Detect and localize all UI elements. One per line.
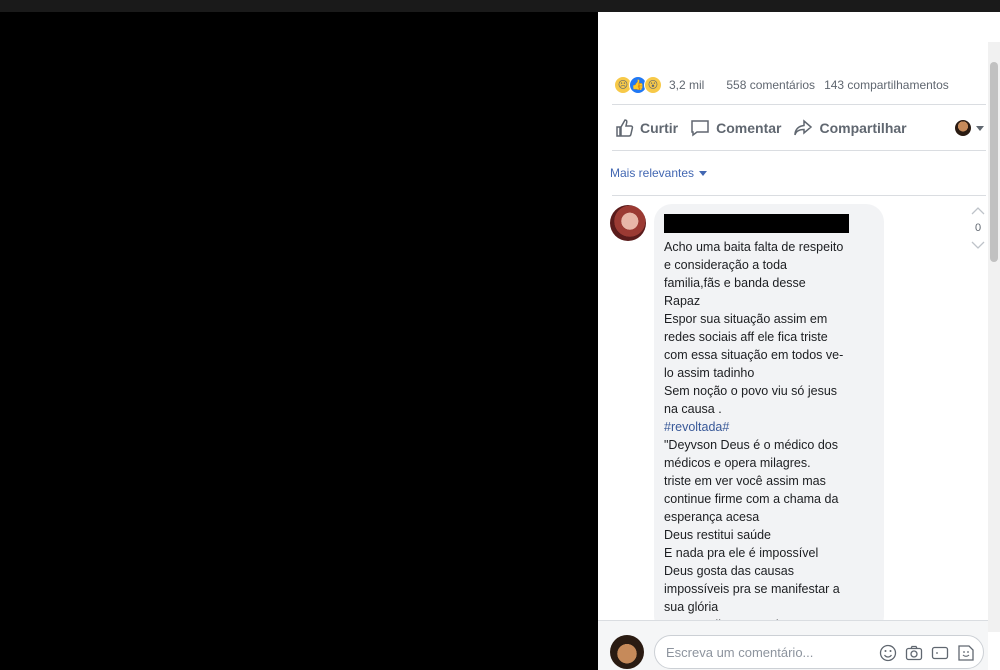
emoji-icon[interactable]: [879, 644, 897, 662]
reactions-count[interactable]: 3,2 mil: [669, 78, 704, 92]
comment-label: Comentar: [716, 120, 782, 136]
share-button[interactable]: Compartilhar: [793, 118, 907, 138]
comment-sort-dropdown[interactable]: Mais relevantes: [610, 166, 708, 180]
vote-count: 0: [974, 222, 982, 234]
wow-reaction-icon: 😮: [644, 76, 662, 94]
redacted-author-name: [664, 214, 849, 233]
scrollbar[interactable]: [988, 42, 1000, 632]
comment-line: "Deyvson Deus é o médico dos: [664, 438, 838, 452]
post-actions: Curtir Comentar Compartilhar: [614, 112, 984, 144]
comment-line: triste em ver você assim mas: [664, 474, 826, 488]
comment-line: esperança acesa: [664, 510, 760, 524]
comment-line: médicos e opera milagres.: [664, 456, 811, 470]
like-label: Curtir: [640, 120, 679, 136]
comment-line: familia,fãs e banda desse: [664, 276, 806, 290]
comment-text: Acho uma baita falta de respeito e consi…: [664, 238, 879, 634]
comment-line: na causa .: [664, 402, 722, 416]
post-stats: ☹ 👍 😮 3,2 mil 558 comentários 143 compar…: [614, 75, 984, 95]
like-button[interactable]: Curtir: [614, 118, 678, 138]
comment-button[interactable]: Comentar: [690, 118, 781, 138]
chevron-up-icon[interactable]: [971, 206, 985, 216]
comment-line: E nada pra ele é impossível: [664, 546, 819, 560]
avatar: [955, 120, 971, 136]
camera-icon[interactable]: [905, 644, 923, 662]
gif-icon[interactable]: [931, 644, 949, 662]
media-viewer[interactable]: [0, 12, 598, 670]
chevron-down-icon: [976, 125, 984, 131]
comment-line: Rapaz: [664, 294, 701, 308]
comments-count-link[interactable]: 558 comentários: [726, 78, 815, 92]
hashtag-link[interactable]: #revoltada#: [664, 418, 879, 436]
comment-composer: Escreva um comentário...: [598, 620, 988, 670]
share-arrow-icon: [794, 119, 813, 136]
comment-line: com essa situação em todos ve-: [664, 348, 844, 362]
divider: [612, 104, 986, 105]
comment-line: Deus restitui saúde: [664, 528, 772, 542]
comment-input-placeholder: Escreva um comentário...: [666, 644, 814, 660]
comment-bubble: Acho uma baita falta de respeito e consi…: [654, 204, 884, 634]
chevron-down-icon[interactable]: [971, 240, 985, 250]
comment-line: redes sociais aff ele fica triste: [664, 330, 828, 344]
chevron-down-icon: [699, 170, 708, 176]
comment-input[interactable]: Escreva um comentário...: [654, 635, 984, 669]
comment-line: lo assim tadinho: [664, 366, 755, 380]
comment-line: Deus gosta das causas: [664, 564, 794, 578]
comment-line: Espor sua situação assim em: [664, 312, 828, 326]
avatar[interactable]: [610, 205, 646, 241]
speech-bubble-icon: [691, 120, 709, 137]
comment-line: impossíveis pra se manifestar a: [664, 582, 840, 596]
post-side-panel: ☹ 👍 😮 3,2 mil 558 comentários 143 compar…: [598, 12, 1000, 670]
comment-line: Acho uma baita falta de respeito: [664, 240, 844, 254]
comment-line: e consideração a toda: [664, 258, 788, 272]
divider: [612, 150, 986, 151]
divider: [612, 195, 986, 196]
comment-vote-control: 0: [970, 206, 986, 262]
comment-line: Sem noção o povo viu só jesus: [664, 384, 838, 398]
avatar: [610, 635, 644, 669]
post-as-selector[interactable]: [955, 120, 984, 136]
sticker-icon[interactable]: [957, 644, 975, 662]
reactions-summary[interactable]: ☹ 👍 😮: [614, 76, 662, 94]
top-strip: [0, 0, 1000, 12]
shares-count-link[interactable]: 143 compartilhamentos: [824, 78, 949, 92]
comment-line: sua glória: [664, 600, 719, 614]
thumbs-up-icon: [616, 119, 634, 137]
scrollbar-thumb[interactable]: [990, 62, 998, 262]
share-label: Compartilhar: [819, 120, 907, 136]
sort-label: Mais relevantes: [610, 166, 695, 180]
composer-tools: [871, 644, 975, 662]
comment-line: continue firme com a chama da: [664, 492, 839, 506]
